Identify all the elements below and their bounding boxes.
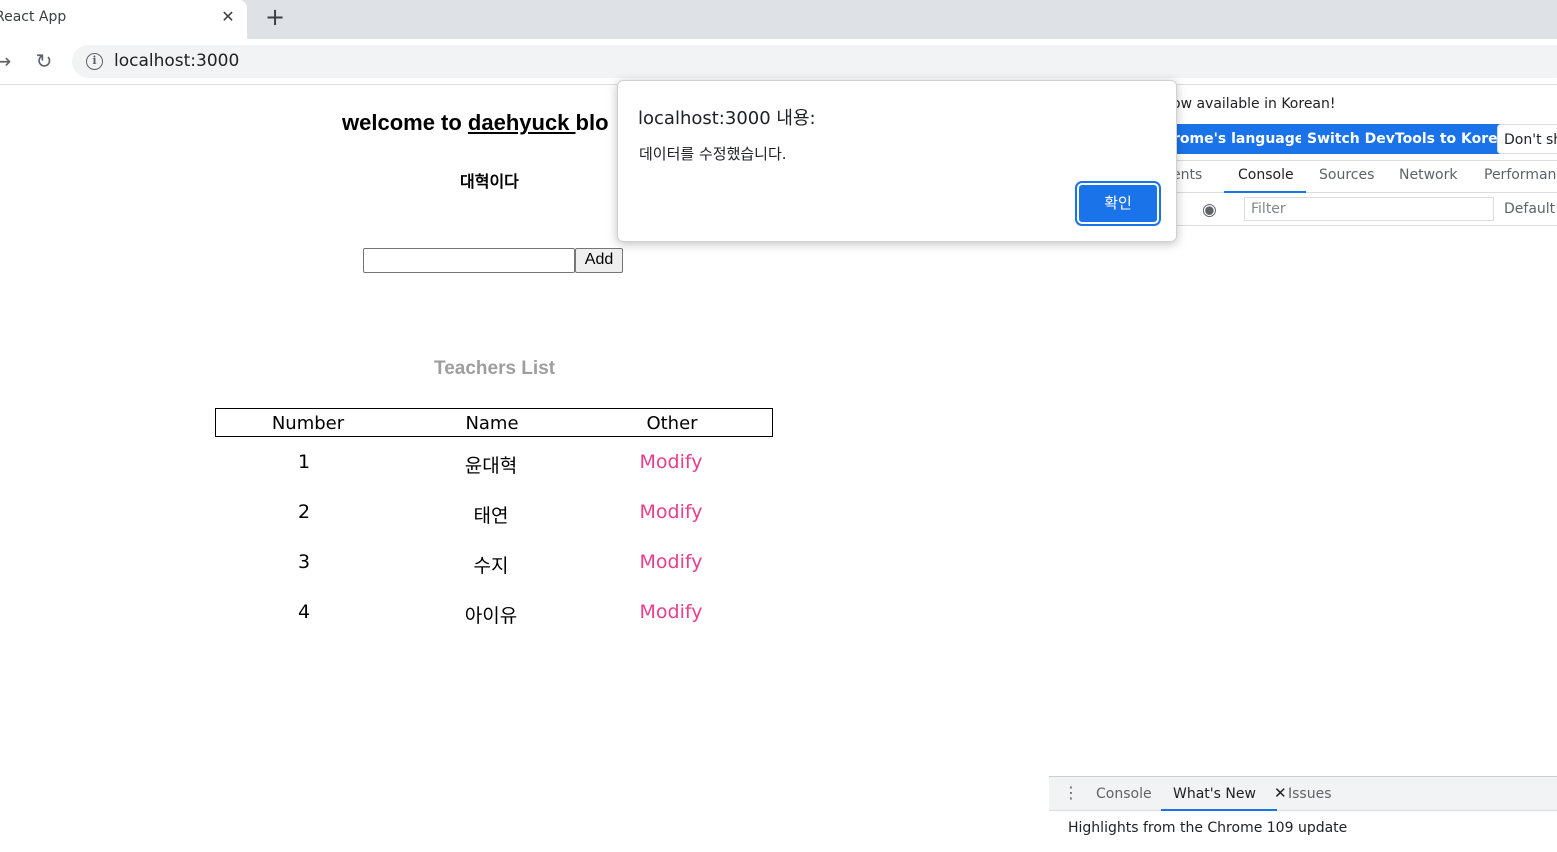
close-icon[interactable]: ✕ bbox=[1274, 784, 1287, 802]
row-number: 2 bbox=[297, 501, 311, 523]
column-header-number: Number bbox=[271, 413, 345, 434]
browser-tabstrip: React App ✕ + bbox=[0, 0, 1557, 39]
table-header: Number Name Other bbox=[215, 408, 773, 437]
tab-sources[interactable]: Sources bbox=[1319, 167, 1374, 183]
drawer-tab-console[interactable]: Console bbox=[1096, 786, 1152, 802]
column-header-other: Other bbox=[646, 413, 698, 434]
modify-link[interactable]: Modify bbox=[631, 501, 711, 523]
site-info-icon[interactable]: i bbox=[86, 53, 103, 70]
ok-button[interactable]: 확인 bbox=[1075, 181, 1161, 226]
url-text: localhost:3000 bbox=[114, 51, 240, 71]
add-button[interactable]: Add bbox=[575, 248, 623, 273]
console-filter-bar: ◉ Filter Default bbox=[1160, 193, 1557, 226]
devtools-language-notice: ow available in Korean! bbox=[1172, 96, 1336, 112]
browser-toolbar: → ↻ i localhost:3000 bbox=[0, 39, 1557, 85]
eye-icon[interactable]: ◉ bbox=[1202, 200, 1217, 220]
tab-performance[interactable]: Performanc bbox=[1484, 167, 1557, 183]
tab-network[interactable]: Network bbox=[1399, 167, 1457, 183]
row-name: 태연 bbox=[473, 505, 509, 527]
modify-link[interactable]: Modify bbox=[631, 601, 711, 623]
console-filter-input[interactable]: Filter bbox=[1244, 197, 1494, 221]
forward-icon[interactable]: → bbox=[0, 48, 16, 74]
address-bar[interactable]: i localhost:3000 bbox=[72, 45, 1557, 78]
modify-link[interactable]: Modify bbox=[631, 451, 711, 473]
row-name: 아이유 bbox=[464, 605, 518, 627]
column-header-name: Name bbox=[465, 413, 519, 434]
devtools-drawer: ⋮ Console What's New ✕ Issues Highlights… bbox=[1049, 776, 1557, 846]
devtools-tabbar: ents Console Sources Network Performanc bbox=[1160, 160, 1557, 193]
browser-tab[interactable]: React App ✕ bbox=[0, 0, 247, 39]
heading-suffix: blo bbox=[575, 110, 609, 135]
always-match-language-button[interactable]: rome's language bbox=[1167, 124, 1311, 154]
row-number: 4 bbox=[297, 601, 311, 623]
more-options-icon[interactable]: ⋮ bbox=[1063, 783, 1079, 803]
table-row: 3 수지 Modify bbox=[215, 549, 773, 579]
reload-icon[interactable]: ↻ bbox=[31, 48, 57, 74]
table-row: 1 윤대혁 Modify bbox=[215, 449, 773, 479]
row-number: 1 bbox=[297, 451, 311, 473]
active-tab-indicator bbox=[1161, 809, 1277, 811]
drawer-tabbar: ⋮ Console What's New ✕ Issues bbox=[1049, 777, 1557, 811]
dialog-title: localhost:3000 내용: bbox=[638, 108, 816, 129]
dialog-message: 데이터를 수정했습니다. bbox=[639, 145, 787, 163]
close-icon[interactable]: ✕ bbox=[217, 6, 239, 28]
modify-link[interactable]: Modify bbox=[631, 551, 711, 573]
dont-show-again-button[interactable]: Don't sh bbox=[1497, 124, 1557, 154]
tab-console[interactable]: Console bbox=[1238, 167, 1294, 183]
switch-devtools-korean-button[interactable]: Switch DevTools to Korean bbox=[1301, 124, 1524, 154]
tab-title: React App bbox=[0, 9, 67, 25]
log-level-dropdown[interactable]: Default bbox=[1504, 201, 1555, 217]
row-name: 수지 bbox=[473, 555, 509, 577]
row-number: 3 bbox=[297, 551, 311, 573]
page-subtitle: 대혁이다 bbox=[460, 172, 519, 191]
drawer-tab-issues[interactable]: Issues bbox=[1288, 786, 1332, 802]
teacher-name-input[interactable] bbox=[363, 248, 575, 273]
heading-link[interactable]: daehyuck bbox=[468, 110, 576, 135]
row-name: 윤대혁 bbox=[464, 455, 518, 477]
table-row: 4 아이유 Modify bbox=[215, 599, 773, 629]
table-row: 2 태연 Modify bbox=[215, 499, 773, 529]
heading-prefix: welcome to bbox=[342, 110, 468, 135]
drawer-tab-whats-new[interactable]: What's New bbox=[1173, 786, 1256, 802]
list-title: Teachers List bbox=[434, 358, 556, 379]
whats-new-highlights: Highlights from the Chrome 109 update bbox=[1068, 820, 1348, 836]
alert-dialog: localhost:3000 내용: 데이터를 수정했습니다. 확인 bbox=[617, 80, 1177, 242]
new-tab-icon[interactable]: + bbox=[262, 4, 288, 30]
filter-placeholder: Filter bbox=[1251, 201, 1286, 217]
page-heading: welcome to daehyuck blo bbox=[342, 110, 609, 136]
